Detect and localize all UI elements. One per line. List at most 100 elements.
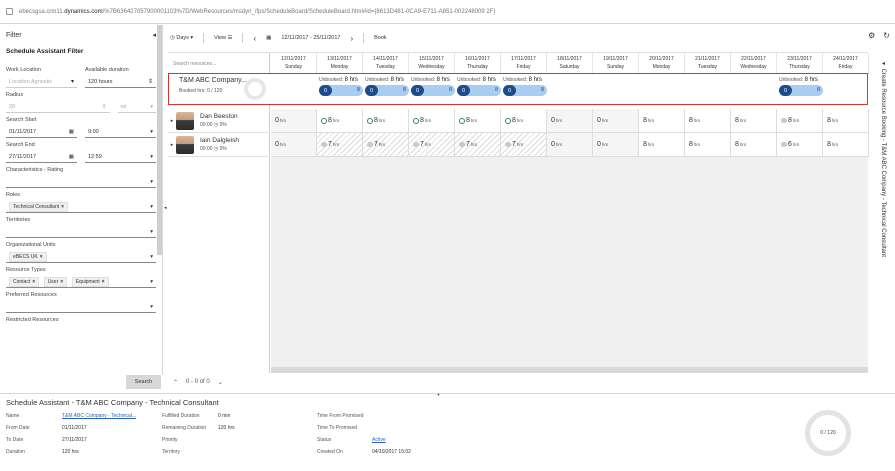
calendar-icon[interactable]: ▦ (69, 129, 74, 135)
horizontal-scrollbar[interactable] (271, 367, 868, 373)
availability-cell[interactable]: 8 hrs (409, 109, 455, 133)
availability-cell[interactable]: 0 hrs (593, 133, 639, 157)
hours-unit: hrs (693, 118, 701, 123)
availability-cell[interactable]: 8 hrs (455, 109, 501, 133)
availability-cell[interactable]: 8 hrs (731, 109, 777, 133)
calendar-icon[interactable]: ▦ (69, 154, 74, 160)
cloud-icon (321, 142, 327, 147)
availability-cell[interactable]: 8 hrs (363, 109, 409, 133)
availability-cell[interactable]: 8 hrs (501, 109, 547, 133)
unbooked-chip[interactable]: Unbooked: 8 hrs 0 8 (503, 77, 547, 101)
resource-types-select[interactable]: Contact × User × Equipment × ▾ (6, 276, 156, 288)
refresh-icon[interactable]: ↻ (883, 31, 890, 40)
availability-cell[interactable]: 7 hrs (409, 133, 455, 157)
availability-cell[interactable]: 7 hrs (455, 133, 501, 157)
availability-cell[interactable]: 8 hrs (639, 133, 685, 157)
address-bar[interactable]: ebecsgsa.crm11.dynamics.com/%7B636427057… (0, 0, 895, 24)
priority-label: Priority (162, 437, 178, 443)
unbooked-caption: Unbooked: (503, 77, 528, 83)
hours-value: 0 (597, 141, 601, 148)
availability-cell[interactable]: 0 hrs (547, 133, 593, 157)
availability-cell[interactable]: 8 hrs (317, 109, 363, 133)
remove-icon[interactable]: × (61, 204, 64, 210)
availability-cell[interactable]: 8 hrs (731, 133, 777, 157)
empty-area (271, 148, 868, 373)
remove-icon[interactable]: × (102, 279, 105, 285)
prev-arrow-icon[interactable]: ‹ (253, 34, 256, 43)
availability-cell[interactable]: 6 hrs (777, 133, 823, 157)
unbooked-bar-value: 8 (540, 87, 544, 93)
availability-cell[interactable]: 7 hrs (501, 133, 547, 157)
availability-cell[interactable]: 8 hrs (685, 109, 731, 133)
territories-select[interactable]: ▾ (6, 226, 156, 238)
unbooked-chip[interactable]: Unbooked: 8 hrs 0 8 (319, 77, 363, 101)
radius-unit-select[interactable]: mi ▾ (117, 101, 156, 113)
search-start-date[interactable]: 01/11/2017 ▦ (6, 126, 77, 138)
filter-panel: Filter ◂ Schedule Assistant Filter Work … (0, 25, 163, 375)
preferred-resources-label: Preferred Resources (6, 292, 57, 298)
expand-icon[interactable]: ▸ (168, 118, 176, 124)
search-start-time[interactable]: 9:00 ▾ (85, 126, 156, 138)
side-panel-label[interactable]: ◂ Create Resource Booking - T&M ABC Comp… (880, 60, 887, 257)
view-button[interactable]: View ☰ (214, 35, 232, 41)
availability-cell[interactable]: 8 hrs (823, 133, 869, 157)
availability-cell[interactable]: 8 hrs (685, 133, 731, 157)
collapse-left-icon[interactable]: ◂ (164, 205, 167, 211)
preferred-resources-select[interactable]: ▾ (6, 301, 156, 313)
remove-icon[interactable]: × (32, 279, 35, 285)
next-arrow-icon[interactable]: › (350, 34, 353, 43)
characteristics-select[interactable]: ▾ (6, 176, 156, 188)
chevron-left-icon[interactable]: ◂ (152, 31, 156, 39)
availability-cell[interactable]: 8 hrs (823, 109, 869, 133)
day-date: 12/11/2017 (281, 56, 306, 62)
availability-cell[interactable]: 7 hrs (363, 133, 409, 157)
hours-unit: hrs (601, 118, 609, 123)
available-duration-input[interactable]: 120 hours ⇕ (85, 76, 156, 88)
resource-row[interactable]: ▸ Dan Beeston 00:00 ◷ 0% (168, 109, 270, 133)
filter-scrollbar[interactable] (157, 25, 162, 255)
availability-cell[interactable]: 0 hrs (547, 109, 593, 133)
unbooked-chip[interactable]: Unbooked: 8 hrs 0 8 (411, 77, 455, 101)
unbooked-caption: Unbooked: (457, 77, 482, 83)
resource-search-input[interactable]: Search resources... (168, 53, 269, 75)
date-range[interactable]: 12/11/2017 - 25/11/2017 (281, 35, 340, 41)
hours-unit: hrs (470, 118, 478, 123)
chevron-down-icon[interactable]: ⌄ (218, 379, 223, 386)
work-location-select[interactable]: Location Agnostic ▾ (6, 76, 77, 88)
remove-icon[interactable]: × (40, 254, 43, 260)
calendar-icon[interactable]: ▦ (266, 35, 271, 41)
remove-icon[interactable]: × (60, 279, 63, 285)
org-units-select[interactable]: eBECS UK × ▾ (6, 251, 156, 263)
name-link[interactable]: T&M ABC Company - Technical... (62, 413, 136, 419)
expand-icon: ◂ (880, 60, 886, 69)
settings-icon[interactable]: ⚙ (868, 31, 875, 40)
availability-cell[interactable]: 8 hrs (639, 109, 685, 133)
unbooked-chip[interactable]: Unbooked: 8 hrs 0 8 (365, 77, 409, 101)
availability-cell[interactable]: 7 hrs (317, 133, 363, 157)
availability-cell[interactable]: 0 hrs (593, 109, 639, 133)
availability-cell[interactable]: 0 hrs (271, 109, 317, 133)
expand-icon[interactable]: ▸ (168, 142, 176, 148)
status-link[interactable]: Active (372, 437, 386, 443)
search-end-date[interactable]: 27/11/2017 ▦ (6, 151, 77, 163)
hours-unit: hrs (739, 118, 747, 123)
chevron-up-icon[interactable]: ⌃ (173, 379, 178, 386)
search-button[interactable]: Search (126, 375, 161, 389)
hours-value: 8 (512, 117, 516, 124)
days-button[interactable]: ◷ Days ▾ (170, 35, 193, 41)
from-date-value: 01/11/2017 (62, 425, 87, 431)
unbooked-chip[interactable]: Unbooked: 8 hrs 0 8 (779, 77, 823, 101)
search-end-time[interactable]: 12:59 ▾ (85, 151, 156, 163)
unbooked-chip[interactable]: Unbooked: 8 hrs 0 8 (457, 77, 501, 101)
roles-select[interactable]: Technical Consultant × ▾ (6, 201, 156, 213)
url-text[interactable]: ebecsgsa.crm11.dynamics.com/%7B636427057… (19, 9, 495, 15)
day-header: 15/11/2017 Wednesday (409, 53, 455, 75)
availability-cell[interactable]: 8 hrs (777, 109, 823, 133)
book-button[interactable]: Book (374, 35, 387, 41)
day-date: 14/11/2017 (373, 56, 398, 62)
requirement-row[interactable]: T&M ABC Company... Booked hrs: 0 / 120 U… (168, 73, 868, 105)
availability-cell[interactable]: 0 hrs (271, 133, 317, 157)
resource-row[interactable]: ▸ Iain Dalgleish 00:00 ◷ 0% (168, 133, 270, 157)
radius-input[interactable]: 20 ⇕ (6, 101, 110, 113)
unbooked-label: Unbooked: 8 hrs (457, 77, 501, 83)
